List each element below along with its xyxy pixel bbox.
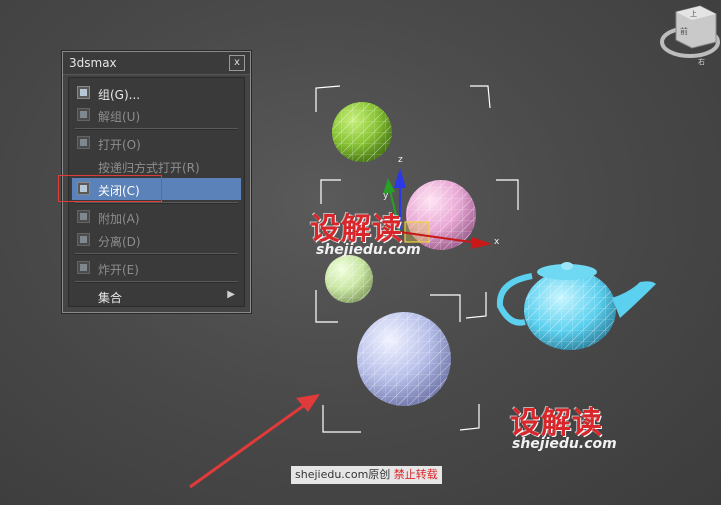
submenu-arrow-icon: ▶: [227, 289, 235, 300]
menu-item-group[interactable]: 组(G)...: [72, 82, 241, 104]
menu-separator: [75, 128, 238, 130]
viewcube[interactable]: 上 前 右: [660, 2, 720, 70]
copyright-original: 原创: [368, 468, 391, 481]
menu-item-open-recursive[interactable]: 按递归方式打开(R): [72, 155, 241, 177]
menu-item-open[interactable]: 打开(O): [72, 132, 241, 154]
lightgreen-sphere: [325, 255, 373, 303]
explode-icon: [77, 261, 90, 274]
axis-label-x: x: [494, 237, 500, 247]
ungroup-icon: [77, 108, 90, 121]
viewcube-top-label: 上: [690, 9, 697, 18]
viewcube-front-label: 前: [680, 26, 688, 36]
menu-item-label: 组(G)...: [98, 88, 141, 102]
menu-separator: [75, 281, 238, 283]
viewcube-right-label: 右: [698, 57, 705, 66]
copyright-site: shejiedu.com: [295, 468, 369, 481]
menu-title: 3dsmax: [69, 56, 117, 70]
menu-item-assembly[interactable]: 集合 ▶: [72, 285, 241, 307]
group-icon: [77, 86, 90, 99]
menu-separator: [75, 253, 238, 255]
menu-item-explode[interactable]: 炸开(E): [72, 257, 241, 279]
watermark-site-2: shejiedu.com: [512, 436, 617, 452]
menu-item-label: 集合: [98, 291, 123, 305]
menu-titlebar[interactable]: 3dsmax x: [63, 52, 250, 75]
watermark-bottom-right: 设解读 shejiedu.com: [510, 398, 617, 452]
menu-item-label: 解组(U): [98, 110, 141, 124]
detach-icon: [77, 233, 90, 246]
attach-icon: [77, 210, 90, 223]
menu-item-detach[interactable]: 分离(D): [72, 229, 241, 251]
blue-sphere: [357, 312, 451, 406]
watermark-site: shejiedu.com: [316, 242, 421, 258]
menu-item-attach[interactable]: 附加(A): [72, 206, 241, 228]
copyright-notice: 禁止转载: [393, 468, 438, 481]
watermark-center: 设解读 shejiedu.com: [310, 204, 421, 258]
axis-label-z: z: [398, 155, 403, 165]
menu-separator: [75, 202, 238, 204]
close-button[interactable]: x: [229, 55, 245, 71]
menu-item-ungroup[interactable]: 解组(U): [72, 104, 241, 126]
menu-item-label: 分离(D): [98, 235, 141, 249]
teapot: [496, 262, 656, 350]
copyright-banner: shejiedu.com原创 禁止转载: [291, 466, 442, 484]
green-sphere: [332, 102, 392, 162]
menu-item-label: 按递归方式打开(R): [98, 161, 200, 175]
menu-item-label: 炸开(E): [98, 263, 139, 277]
axis-label-y: y: [383, 191, 389, 201]
menu-item-label: 打开(O): [98, 138, 141, 152]
menu-item-label: 附加(A): [98, 212, 140, 226]
annotation-highlight-box: [58, 175, 162, 202]
open-group-icon: [77, 136, 90, 149]
